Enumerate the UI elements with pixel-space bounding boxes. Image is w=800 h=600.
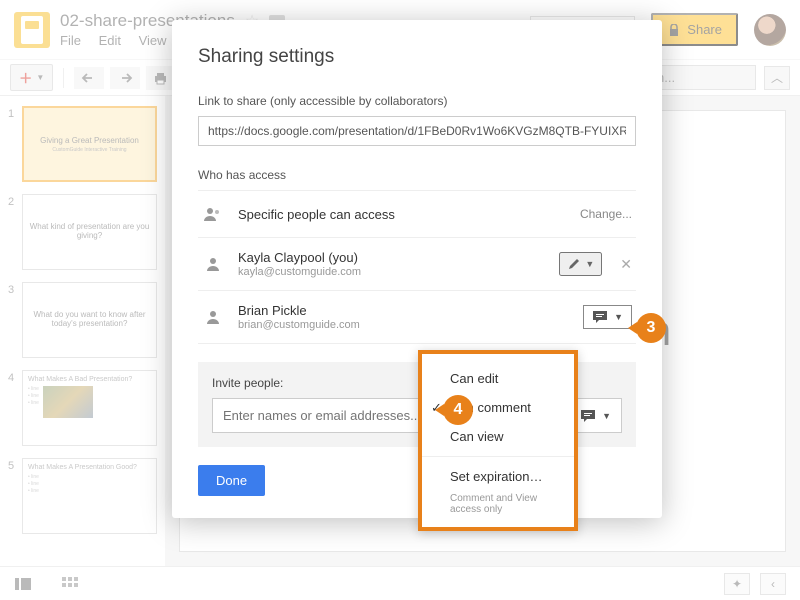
pencil-icon xyxy=(567,257,581,271)
permission-menu: Can edit Can comment Can view Set expira… xyxy=(418,350,578,531)
people-icon xyxy=(202,203,224,225)
menu-can-view[interactable]: Can view xyxy=(422,422,574,451)
person-row-collaborator: Brian Pickle brian@customguide.com ▼ xyxy=(198,291,636,344)
person-icon xyxy=(202,306,224,328)
menu-set-expiration[interactable]: Set expiration… xyxy=(422,462,574,491)
link-share-label: Link to share (only accessible by collab… xyxy=(198,94,636,108)
remove-person-button[interactable]: ✕ xyxy=(620,256,632,273)
share-link-input[interactable] xyxy=(198,116,636,146)
person-name: Brian Pickle xyxy=(238,303,583,318)
access-heading: Who has access xyxy=(198,168,636,182)
menu-can-edit[interactable]: Can edit xyxy=(422,364,574,393)
access-scope-row: Specific people can access Change... xyxy=(198,190,636,238)
comment-icon xyxy=(592,310,608,324)
tutorial-callout-4: 4 xyxy=(443,395,473,425)
person-row-owner: Kayla Claypool (you) kayla@customguide.c… xyxy=(198,238,636,291)
dialog-title: Sharing settings xyxy=(198,46,636,68)
tutorial-callout-3: 3 xyxy=(636,313,666,343)
person-name: Kayla Claypool (you) xyxy=(238,250,559,265)
menu-note: Comment and View access only xyxy=(422,491,574,519)
person-icon xyxy=(202,253,224,275)
permission-dropdown[interactable]: ▼ xyxy=(583,305,632,329)
comment-icon xyxy=(580,409,596,423)
person-email: kayla@customguide.com xyxy=(238,266,559,278)
change-access-link[interactable]: Change... xyxy=(580,207,632,221)
menu-separator xyxy=(422,456,574,457)
owner-permission-dropdown[interactable]: ▼ xyxy=(559,252,602,276)
done-button[interactable]: Done xyxy=(198,465,265,496)
person-email: brian@customguide.com xyxy=(238,319,583,331)
access-scope-text: Specific people can access xyxy=(238,207,580,222)
sharing-settings-dialog: Sharing settings Link to share (only acc… xyxy=(172,20,662,518)
